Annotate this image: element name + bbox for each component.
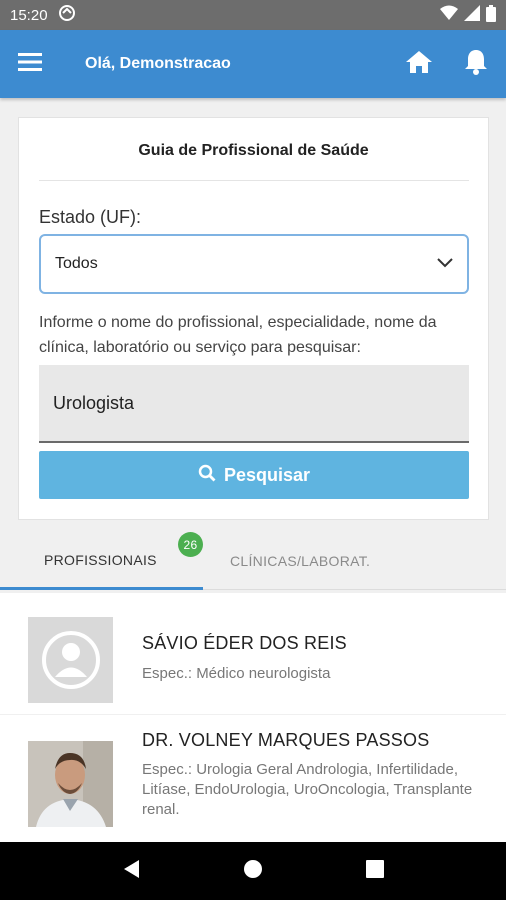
count-badge: 26 bbox=[178, 532, 203, 557]
result-name: DR. VOLNEY MARQUES PASSOS bbox=[142, 730, 430, 750]
app-bar: Olá, Demonstracao bbox=[0, 30, 506, 98]
search-button-label: Pesquisar bbox=[223, 464, 311, 485]
search-hint: Informe o nome do profissional, especial… bbox=[39, 314, 437, 356]
tab-label: CLÍNICAS/LABORAT. bbox=[230, 552, 371, 569]
status-time: 15:20 bbox=[10, 6, 48, 24]
back-icon[interactable] bbox=[122, 859, 140, 884]
list-item[interactable]: SÁVIO ÉDER DOS REIS Espec.: Médico neuro… bbox=[0, 593, 506, 715]
results-list: SÁVIO ÉDER DOS REIS Espec.: Médico neuro… bbox=[0, 593, 506, 842]
state-select[interactable]: Todos bbox=[39, 234, 469, 294]
tab-clinicas[interactable]: CLÍNICAS/LABORAT. bbox=[203, 532, 506, 590]
signal-icon bbox=[464, 5, 480, 25]
recents-icon[interactable] bbox=[366, 859, 385, 883]
search-card: Guia de Profissional de Saúde Estado (UF… bbox=[18, 117, 489, 520]
state-label: Estado (UF): bbox=[39, 207, 142, 227]
tab-profissionais[interactable]: PROFISSIONAIS 26 bbox=[0, 532, 203, 590]
result-specialty: Espec.: Urologia Geral Andrologia, Infer… bbox=[142, 761, 473, 818]
chevron-down-icon bbox=[437, 255, 453, 273]
search-input[interactable]: Urologista bbox=[39, 365, 469, 443]
system-nav-bar bbox=[0, 842, 506, 900]
search-button[interactable]: Pesquisar bbox=[39, 451, 469, 499]
wifi-icon bbox=[440, 5, 458, 25]
home-circle-icon[interactable] bbox=[243, 859, 263, 884]
list-item[interactable]: DR. VOLNEY MARQUES PASSOS Espec.: Urolog… bbox=[0, 717, 506, 842]
result-name: SÁVIO ÉDER DOS REIS bbox=[142, 633, 347, 653]
tab-label: PROFISSIONAIS bbox=[44, 551, 157, 568]
avatar bbox=[28, 741, 113, 827]
state-select-value: Todos bbox=[55, 255, 98, 272]
result-specialty: Espec.: Médico neurologista bbox=[142, 665, 331, 682]
menu-icon[interactable] bbox=[18, 52, 42, 76]
results-tabs: PROFISSIONAIS 26 CLÍNICAS/LABORAT. bbox=[0, 532, 506, 590]
search-icon bbox=[198, 464, 216, 487]
sync-icon bbox=[58, 4, 76, 26]
card-title: Guia de Profissional de Saúde bbox=[138, 142, 369, 159]
greeting-title: Olá, Demonstracao bbox=[85, 55, 231, 72]
search-input-value: Urologista bbox=[53, 392, 135, 413]
bell-icon[interactable] bbox=[464, 49, 488, 80]
avatar-placeholder-icon bbox=[28, 617, 113, 703]
home-icon[interactable] bbox=[406, 50, 432, 78]
status-bar: 15:20 bbox=[0, 0, 506, 30]
battery-icon bbox=[486, 4, 496, 26]
card-divider bbox=[39, 180, 469, 181]
